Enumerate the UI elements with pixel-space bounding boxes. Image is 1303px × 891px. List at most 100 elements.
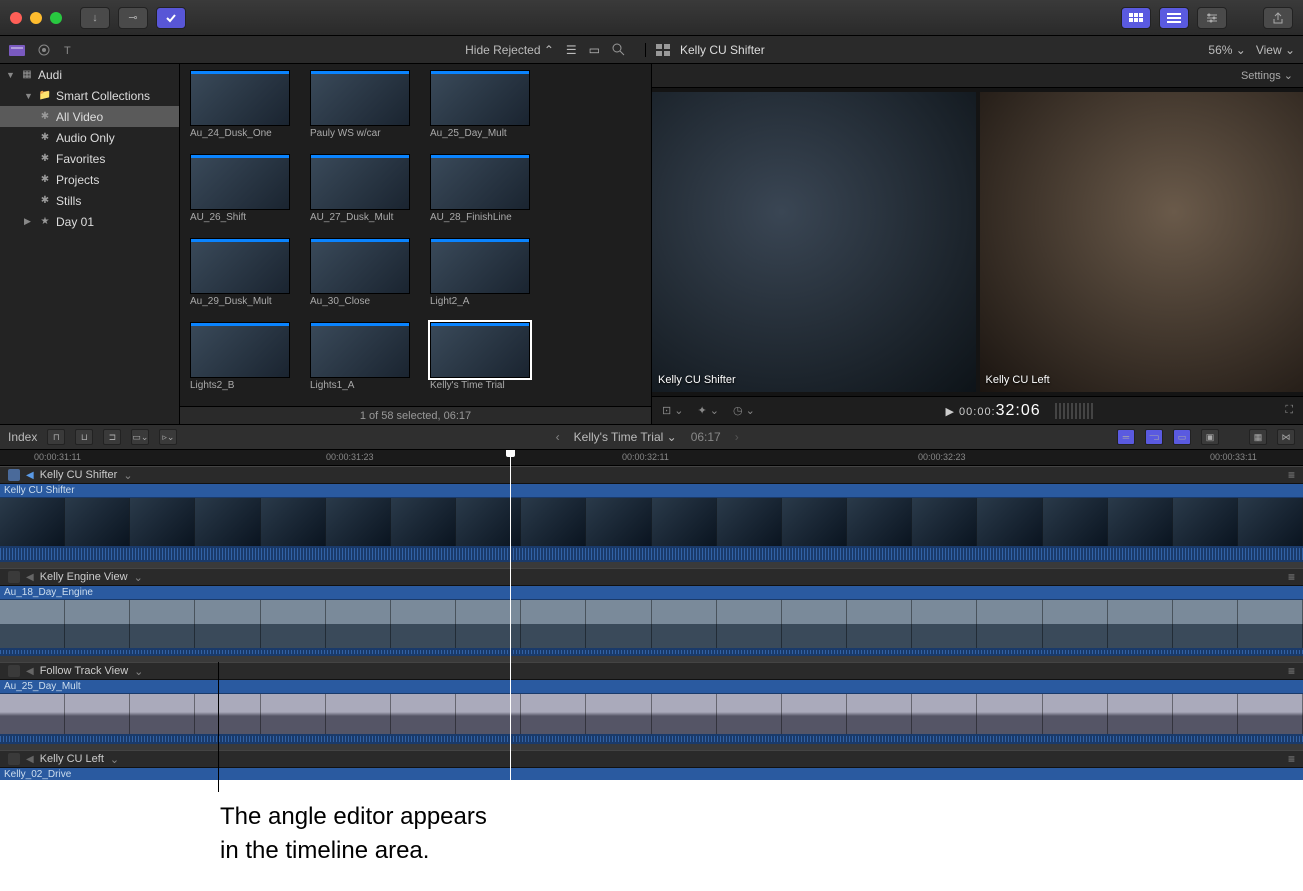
clip-item[interactable]: Pauly WS w/car <box>310 70 420 148</box>
angle-name[interactable]: Kelly CU Left <box>40 753 104 765</box>
zoom-window-button[interactable] <box>50 12 62 24</box>
background-tasks-button[interactable] <box>156 7 186 29</box>
audio-monitor-icon[interactable]: ◀ <box>26 666 34 677</box>
clip-audio-waveform[interactable] <box>0 546 1303 562</box>
playhead[interactable] <box>510 450 511 780</box>
clip-item[interactable]: AU_27_Dusk_Mult <box>310 154 420 232</box>
clip-item[interactable]: Lights2_B <box>190 322 300 400</box>
clip-title-bar[interactable]: Kelly_02_Drive <box>0 768 1303 780</box>
clip-title-bar[interactable]: Kelly CU Shifter <box>0 484 1303 498</box>
minimize-window-button[interactable] <box>30 12 42 24</box>
audio-monitor-icon[interactable]: ◀ <box>26 754 34 765</box>
angle-viewer-right[interactable]: Kelly CU Left <box>980 92 1303 392</box>
timeline-title[interactable]: Kelly's Time Trial ⌄ <box>574 430 677 444</box>
overwrite-clip-button[interactable]: ▭⌄ <box>131 429 149 445</box>
clip-filmstrip[interactable] <box>0 498 1303 546</box>
track-options-icon[interactable]: ≡ <box>1288 752 1295 766</box>
effects-dropdown[interactable]: ✦ ⌄ <box>698 404 720 417</box>
sidebar-item-audio-only[interactable]: ✱ Audio Only <box>0 127 179 148</box>
clip-item[interactable]: AU_26_Shift <box>190 154 300 232</box>
clip-title-bar[interactable]: Au_18_Day_Engine <box>0 586 1303 600</box>
clip-item[interactable]: Lights1_A <box>310 322 420 400</box>
audio-monitor-icon[interactable]: ◀ <box>26 572 34 583</box>
snapping-button[interactable]: ▣ <box>1201 429 1219 445</box>
audio-monitor-icon[interactable]: ◀ <box>26 470 34 481</box>
angle-track[interactable]: ◀ Follow Track View ⌄ ≡ Au_25_Day_Mult <box>0 662 1303 744</box>
clip-item[interactable]: Au_25_Day_Mult <box>430 70 540 148</box>
clip-item[interactable]: Au_29_Dusk_Mult <box>190 238 300 316</box>
zoom-dropdown[interactable]: 56% ⌄ <box>1208 43 1245 57</box>
search-icon[interactable] <box>612 43 625 56</box>
timeline-view-button[interactable]: ▦ <box>1249 429 1267 445</box>
sidebar-item-all-video[interactable]: ✱ All Video <box>0 106 179 127</box>
clip-item[interactable]: AU_28_FinishLine <box>430 154 540 232</box>
clip-item[interactable]: Au_30_Close <box>310 238 420 316</box>
clip-filmstrip[interactable] <box>0 694 1303 734</box>
view-dropdown[interactable]: View ⌄ <box>1256 43 1295 57</box>
timeline-layout-button[interactable] <box>1159 7 1189 29</box>
list-view-icon[interactable]: ▭ <box>589 43 600 57</box>
timeline-ruler[interactable]: 00:00:31:11 00:00:31:23 00:00:32:11 00:0… <box>0 450 1303 466</box>
import-button[interactable]: ↓ <box>80 7 110 29</box>
track-options-icon[interactable]: ≡ <box>1288 468 1295 482</box>
clip-appearance-icon[interactable]: ☰ <box>566 43 577 57</box>
clip-filmstrip[interactable] <box>0 600 1303 648</box>
hide-rejected-dropdown[interactable]: Hide Rejected ⌃ <box>465 43 554 57</box>
append-clip-button[interactable]: ⊐ <box>103 429 121 445</box>
video-monitor-icon[interactable] <box>8 571 20 583</box>
window-titlebar: ↓ ⊸ <box>0 0 1303 36</box>
ruler-tick: 00:00:32:23 <box>918 452 966 462</box>
browser-layout-button[interactable] <box>1121 7 1151 29</box>
angle-name[interactable]: Follow Track View <box>40 665 128 677</box>
titles-icon[interactable]: T <box>62 43 78 57</box>
sidebar-item-favorites[interactable]: ✱ Favorites <box>0 148 179 169</box>
clip-title-bar[interactable]: Au_25_Day_Mult <box>0 680 1303 694</box>
library-row[interactable]: ▼ ▦ Audi <box>0 64 179 85</box>
angle-viewer-icon[interactable] <box>656 44 670 56</box>
sliders-icon <box>1206 12 1218 24</box>
transform-dropdown[interactable]: ⊡ ⌄ <box>662 404 684 417</box>
clip-audio-waveform[interactable] <box>0 734 1303 744</box>
library-icon[interactable] <box>8 43 26 57</box>
inspector-button[interactable] <box>1197 7 1227 29</box>
clip-audio-waveform[interactable] <box>0 648 1303 656</box>
timeline-options-button[interactable]: ⋈ <box>1277 429 1295 445</box>
close-window-button[interactable] <box>10 12 22 24</box>
timeline-nav-prev[interactable]: ‹ <box>556 430 560 444</box>
timeline-nav-next[interactable]: › <box>735 430 739 444</box>
svg-text:T: T <box>64 45 71 57</box>
angle-track[interactable]: ◀ Kelly CU Shifter ⌄ ≡ Kelly CU Shifter <box>0 466 1303 562</box>
smart-collections-row[interactable]: ▼ 📁 Smart Collections <box>0 85 179 106</box>
angle-name[interactable]: Kelly Engine View <box>40 571 128 583</box>
retime-dropdown[interactable]: ◷ ⌄ <box>733 404 755 417</box>
angle-viewer-left[interactable]: Kelly CU Shifter <box>652 92 976 392</box>
event-row[interactable]: ▶ ★ Day 01 <box>0 211 179 232</box>
clip-item[interactable]: Kelly's Time Trial <box>430 322 540 400</box>
clip-item[interactable]: Light2_A <box>430 238 540 316</box>
insert-clip-button[interactable]: ⊔ <box>75 429 93 445</box>
track-options-icon[interactable]: ≡ <box>1288 664 1295 678</box>
timecode-display[interactable]: ▶ 00:00:32:06 <box>946 402 1041 420</box>
sidebar-item-stills[interactable]: ✱ Stills <box>0 190 179 211</box>
track-options-icon[interactable]: ≡ <box>1288 570 1295 584</box>
skimming-button[interactable]: ═ <box>1117 429 1135 445</box>
angle-track[interactable]: ◀ Kelly CU Left ⌄ ≡ Kelly_02_Drive <box>0 750 1303 780</box>
angle-track[interactable]: ◀ Kelly Engine View ⌄ ≡ Au_18_Day_Engine <box>0 568 1303 656</box>
clip-item[interactable]: Au_24_Dusk_One <box>190 70 300 148</box>
connect-clip-button[interactable]: ⊓ <box>47 429 65 445</box>
video-monitor-icon[interactable] <box>8 753 20 765</box>
settings-dropdown[interactable]: Settings ⌄ <box>1241 69 1293 82</box>
audio-skimming-button[interactable]: ⫎ <box>1145 429 1163 445</box>
index-button[interactable]: Index <box>8 430 37 444</box>
timeline-angle-editor[interactable]: 00:00:31:11 00:00:31:23 00:00:32:11 00:0… <box>0 450 1303 780</box>
sidebar-item-projects[interactable]: ✱ Projects <box>0 169 179 190</box>
photos-icon[interactable] <box>36 43 52 57</box>
fullscreen-icon[interactable]: ⛶ <box>1285 404 1293 417</box>
angle-name[interactable]: Kelly CU Shifter <box>40 469 118 481</box>
solo-button[interactable]: ▭ <box>1173 429 1191 445</box>
share-button[interactable] <box>1263 7 1293 29</box>
video-monitor-icon[interactable] <box>8 469 20 481</box>
tools-dropdown[interactable]: ▹⌄ <box>159 429 177 445</box>
keyword-button[interactable]: ⊸ <box>118 7 148 29</box>
video-monitor-icon[interactable] <box>8 665 20 677</box>
